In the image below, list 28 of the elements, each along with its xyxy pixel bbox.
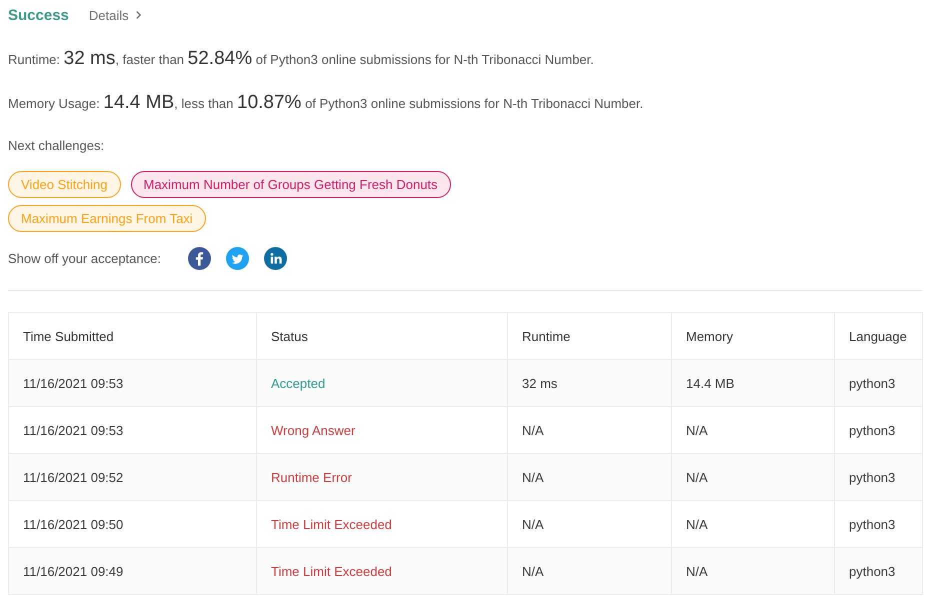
time-cell: 11/16/2021 09:49 <box>8 548 256 594</box>
language-cell: python3 <box>834 454 922 500</box>
column-header: Status <box>256 312 508 360</box>
share-label: Show off your acceptance: <box>8 250 161 266</box>
facebook-icon[interactable] <box>188 246 211 270</box>
next-challenges-label: Next challenges: <box>8 137 104 155</box>
runtime-cell: N/A <box>508 454 672 500</box>
runtime-cell: 32 ms <box>508 360 672 406</box>
memory-cell: 14.4 MB <box>672 360 834 406</box>
language-cell: python3 <box>834 548 922 594</box>
status-cell: Runtime Error <box>256 454 508 500</box>
memory-cell: N/A <box>672 548 834 594</box>
column-header: Time Submitted <box>8 312 256 360</box>
details-link[interactable]: Details <box>88 8 141 22</box>
linkedin-icon[interactable] <box>264 246 287 270</box>
status-cell: Time Limit Exceeded <box>256 548 508 594</box>
memory-stat: Memory Usage: 14.4 MB, less than 10.87% of Python3 online submissions for N-th Tribonacci Number. <box>8 96 644 111</box>
time-cell: 11/16/2021 09:52 <box>8 454 256 500</box>
time-cell: 11/16/2021 09:53 <box>8 360 256 406</box>
runtime-stat: Runtime: 32 ms, faster than 52.84% of Python3 online submissions for N-th Tribonacci Number. <box>8 52 594 67</box>
result-title: Success <box>8 6 69 24</box>
chevron-icon <box>136 11 141 19</box>
twitter-icon[interactable] <box>226 246 249 270</box>
language-cell: python3 <box>834 360 922 406</box>
runtime-cell: N/A <box>508 548 672 594</box>
status-cell: Accepted <box>256 360 508 406</box>
challenge-tag[interactable]: Maximum Number of Groups Getting Fresh Donuts <box>130 171 451 198</box>
memory-cell: N/A <box>672 454 834 500</box>
